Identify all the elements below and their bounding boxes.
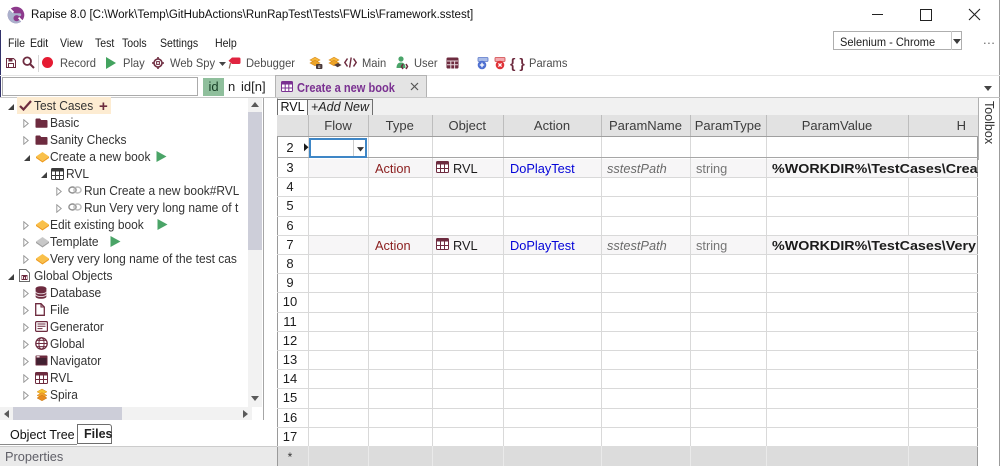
svg-text:α: α — [318, 64, 321, 69]
